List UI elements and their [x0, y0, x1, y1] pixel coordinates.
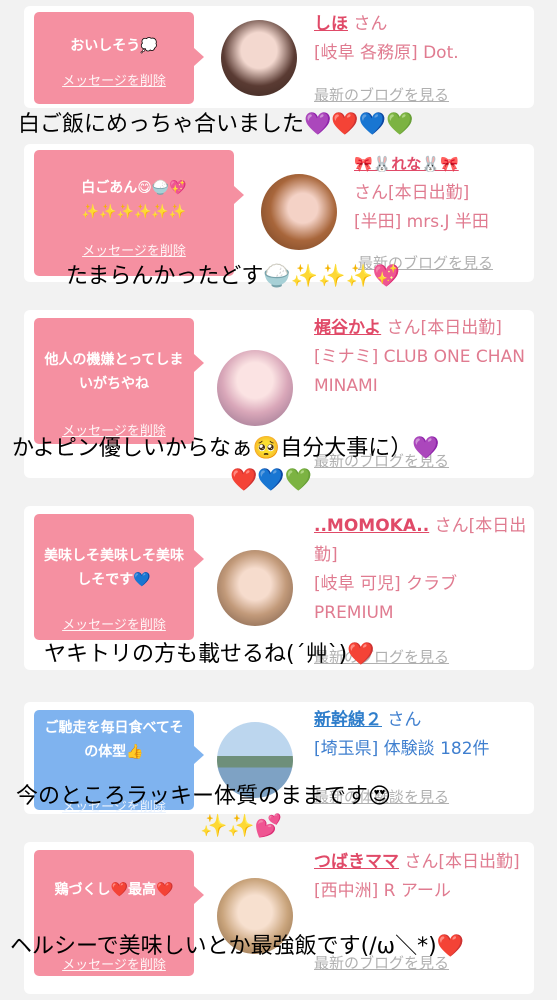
name-suffix: さん[本日出勤] — [354, 183, 470, 203]
caption-text: ❤️💙💚 — [230, 468, 313, 493]
caption-text: ヘルシーで美味しいとか最強飯です(/ω＼*)❤️ — [10, 934, 465, 959]
message-text: 他人の機嫌とってしまいがちやね — [44, 352, 184, 392]
message-card: 鶏づくし❤️最高❤️ メッセージを削除 つばきママ さん[本日出勤] [西中洲]… — [24, 842, 534, 994]
message-bubble: 他人の機嫌とってしまいがちやね メッセージを削除 — [34, 318, 204, 444]
caption-text: たまらんかったどす🍚✨✨✨💖 — [66, 264, 401, 289]
shop-area: [埼玉県] 体験談 182件 — [314, 739, 490, 759]
message-text: 鶏づくし❤️最高❤️ — [54, 882, 174, 898]
user-name-link[interactable]: しほ — [314, 14, 348, 34]
caption-text: 白ご飯にめっちゃ合いました💜❤️💙💚 — [18, 112, 414, 137]
shop-area: [岐阜 可児] クラブ PREMIUM — [314, 574, 458, 623]
blog-link[interactable]: 最新のブログを見る — [314, 84, 449, 105]
avatar[interactable] — [221, 20, 297, 96]
message-text: ご馳走を毎日食べてその体型👍 — [44, 720, 184, 760]
delete-message-link[interactable]: メッセージを削除 — [34, 614, 194, 638]
caption-text: ✨✨💕 — [200, 814, 283, 839]
avatar[interactable] — [217, 550, 293, 626]
user-name-link[interactable]: 梶谷かよ — [314, 318, 381, 338]
user-name-link[interactable]: 🎀🐰れな🐰🎀 — [354, 155, 459, 173]
message-bubble: 白ごあん😋🍚💖 ✨✨✨✨✨✨ メッセージを削除 — [34, 150, 244, 276]
message-text: 白ごあん😋🍚💖 ✨✨✨✨✨✨ — [81, 180, 187, 220]
message-bubble: おいしそう💭 メッセージを削除 — [34, 12, 204, 104]
name-suffix: さん — [353, 14, 388, 34]
avatar[interactable] — [261, 174, 337, 250]
shop-area: [岐阜 各務原] Dot. — [314, 43, 459, 63]
message-card: おいしそう💭 メッセージを削除 しほ さん [岐阜 各務原] Dot. 最新のブ… — [24, 6, 534, 108]
caption-text: かよピン優しいからなぁ🥺自分大事に）💜 — [12, 436, 440, 461]
name-suffix: さん[本日出勤] — [404, 852, 520, 872]
name-suffix: さん[本日出勤] — [386, 318, 502, 338]
shop-area: [ミナミ] CLUB ONE CHAN MINAMI — [314, 347, 525, 396]
name-suffix: さん — [387, 710, 422, 730]
caption-text: ヤキトリの方も載せるね(´艸`)❤️ — [44, 642, 375, 667]
user-name-link[interactable]: つばきママ — [314, 852, 399, 872]
delete-message-link[interactable]: メッセージを削除 — [34, 70, 194, 94]
caption-text: 今のところラッキー体質のままです😍 — [16, 784, 391, 809]
shop-area: [西中洲] R アール — [314, 881, 451, 901]
user-name-link[interactable]: 新幹線２ — [314, 710, 382, 730]
message-bubble: 美味しそ美味しそ美味しそです💙 メッセージを削除 — [34, 514, 204, 640]
message-text: おいしそう💭 — [70, 38, 158, 54]
avatar[interactable] — [217, 350, 293, 426]
message-text: 美味しそ美味しそ美味しそです💙 — [44, 548, 184, 588]
user-name-link[interactable]: ..MOMOKA.. — [314, 516, 429, 536]
shop-area: [半田] mrs.J 半田 — [354, 212, 489, 232]
delete-message-link[interactable]: メッセージを削除 — [34, 240, 234, 264]
